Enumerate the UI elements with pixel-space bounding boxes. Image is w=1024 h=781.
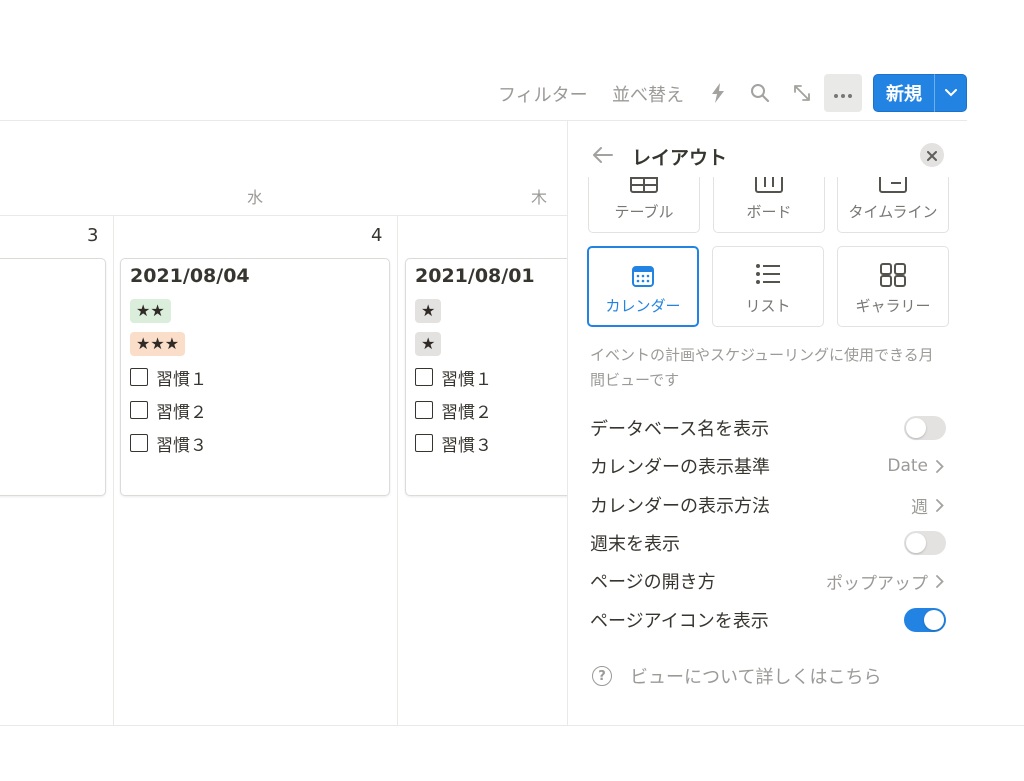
gallery-icon — [838, 263, 948, 289]
board-icon — [714, 177, 824, 195]
setting-calendar-basis[interactable]: カレンダーの表示基準 Date — [590, 451, 946, 481]
checkbox[interactable] — [415, 368, 433, 386]
setting-label: カレンダーの表示方法 — [590, 496, 770, 517]
card-title: 2021/08/04 — [130, 265, 250, 287]
rating-tag: ★ — [415, 332, 442, 356]
layout-option-calendar[interactable]: カレンダー — [587, 246, 699, 327]
setting-value: Date — [887, 456, 928, 476]
layout-option-timeline[interactable]: タイムライン — [837, 177, 949, 233]
layout-option-board[interactable]: ボード — [713, 177, 825, 233]
habit-checkbox-row[interactable]: 習慣２ — [415, 399, 492, 423]
weekday-thu: 木 — [531, 188, 548, 207]
checkbox[interactable] — [130, 368, 148, 386]
checkbox[interactable] — [130, 434, 148, 452]
setting-show-database-name[interactable]: データベース名を表示 — [590, 413, 946, 443]
layout-option-label: テーブル — [614, 203, 674, 221]
setting-label: カレンダーの表示基準 — [590, 457, 770, 478]
checkbox[interactable] — [415, 434, 433, 452]
setting-page-open-mode[interactable]: ページの開き方 ポップアップ — [590, 566, 946, 596]
setting-value: ポップアップ — [826, 573, 928, 594]
day-number: 3 — [87, 225, 99, 246]
close-icon — [927, 146, 937, 165]
layout-option-label: ギャラリー — [855, 297, 931, 315]
setting-show-weekends[interactable]: 週末を表示 — [590, 528, 946, 558]
new-button-label: 新規 — [886, 84, 922, 105]
habit-checkbox-row[interactable]: 習慣３ — [130, 432, 207, 456]
setting-calendar-display-mode[interactable]: カレンダーの表示方法 週 — [590, 490, 946, 520]
column-divider — [397, 215, 398, 725]
calendar-card[interactable] — [0, 258, 106, 496]
view-toolbar: フィルター 並べ替え 新規 — [0, 73, 1024, 113]
table-icon — [589, 177, 699, 195]
layout-option-label: タイムライン — [848, 203, 938, 221]
layout-option-gallery[interactable]: ギャラリー — [837, 246, 949, 327]
layout-option-label: カレンダー — [605, 297, 681, 315]
help-link[interactable]: ? ビューについて詳しくはこちら — [592, 664, 881, 688]
chevron-right-icon — [936, 459, 946, 473]
sort-button[interactable]: 並べ替え — [612, 81, 684, 107]
new-button[interactable]: 新規 — [873, 74, 967, 112]
card-title: 2021/08/01 — [415, 265, 535, 287]
back-arrow-icon[interactable] — [590, 145, 616, 165]
layout-option-list[interactable]: リスト — [712, 246, 824, 327]
habit-checkbox-row[interactable]: 習慣１ — [130, 366, 207, 390]
checkbox[interactable] — [130, 401, 148, 419]
expand-icon[interactable] — [788, 79, 816, 107]
calendar-view: 水 木 3 4 2021/08/04 ★★ ★★★ 習慣１ 習慣２ 習慣３ 20… — [0, 121, 567, 725]
setting-show-page-icon[interactable]: ページアイコンを表示 — [590, 605, 946, 635]
layout-options-row: テーブル ボード タイムライン — [586, 177, 950, 233]
checkbox[interactable] — [415, 401, 433, 419]
habit-label: 習慣２ — [156, 402, 207, 423]
habit-label: 習慣１ — [441, 369, 492, 390]
weekday-wed: 水 — [247, 188, 264, 207]
chevron-right-icon — [936, 574, 946, 588]
more-options-button[interactable] — [824, 74, 862, 112]
calendar-card[interactable]: 2021/08/01 ★ ★ 習慣１ 習慣２ 習慣３ — [405, 258, 567, 496]
calendar-icon — [589, 264, 697, 290]
timeline-icon — [838, 177, 948, 195]
column-divider — [113, 215, 114, 725]
close-button[interactable] — [920, 143, 944, 167]
layout-description: イベントの計画やスケジューリングに使用できる月間ビューです — [590, 346, 934, 389]
setting-label: データベース名を表示 — [590, 419, 770, 440]
setting-label: ページの開き方 — [590, 572, 716, 593]
weekday-divider — [0, 215, 567, 216]
help-text: ビューについて詳しくはこちら — [630, 667, 882, 688]
habit-label: 習慣２ — [441, 402, 492, 423]
habit-checkbox-row[interactable]: 習慣１ — [415, 366, 492, 390]
toggle-switch[interactable] — [904, 416, 946, 440]
toggle-switch[interactable] — [904, 531, 946, 555]
question-icon: ? — [592, 666, 612, 686]
more-icon — [833, 84, 853, 103]
bottom-divider — [0, 725, 1024, 726]
list-icon — [713, 263, 823, 289]
rating-tag: ★★★ — [130, 332, 186, 356]
habit-label: 習慣３ — [441, 435, 492, 456]
rating-tag: ★★ — [130, 299, 171, 323]
habit-checkbox-row[interactable]: 習慣３ — [415, 432, 492, 456]
habit-label: 習慣１ — [156, 369, 207, 390]
rating-tag: ★ — [415, 299, 442, 323]
day-number: 4 — [371, 225, 383, 246]
setting-label: 週末を表示 — [590, 534, 680, 555]
search-icon[interactable] — [746, 79, 774, 107]
layout-option-label: リスト — [745, 297, 791, 315]
setting-label: ページアイコンを表示 — [590, 611, 769, 632]
chevron-down-icon[interactable] — [935, 74, 966, 112]
habit-label: 習慣３ — [156, 435, 207, 456]
layout-panel: レイアウト テーブル ボード タイムライン カレンダー リスト ギャラリー イベ… — [567, 121, 967, 725]
toggle-switch[interactable] — [904, 608, 946, 632]
habit-checkbox-row[interactable]: 習慣２ — [130, 399, 207, 423]
layout-option-label: ボード — [746, 203, 792, 221]
lightning-icon[interactable] — [704, 79, 732, 107]
setting-value: 週 — [911, 497, 928, 518]
panel-title: レイアウト — [632, 147, 728, 169]
chevron-right-icon — [936, 498, 946, 512]
filter-button[interactable]: フィルター — [498, 81, 588, 107]
layout-option-table[interactable]: テーブル — [588, 177, 700, 233]
calendar-card[interactable]: 2021/08/04 ★★ ★★★ 習慣１ 習慣２ 習慣３ — [120, 258, 390, 496]
